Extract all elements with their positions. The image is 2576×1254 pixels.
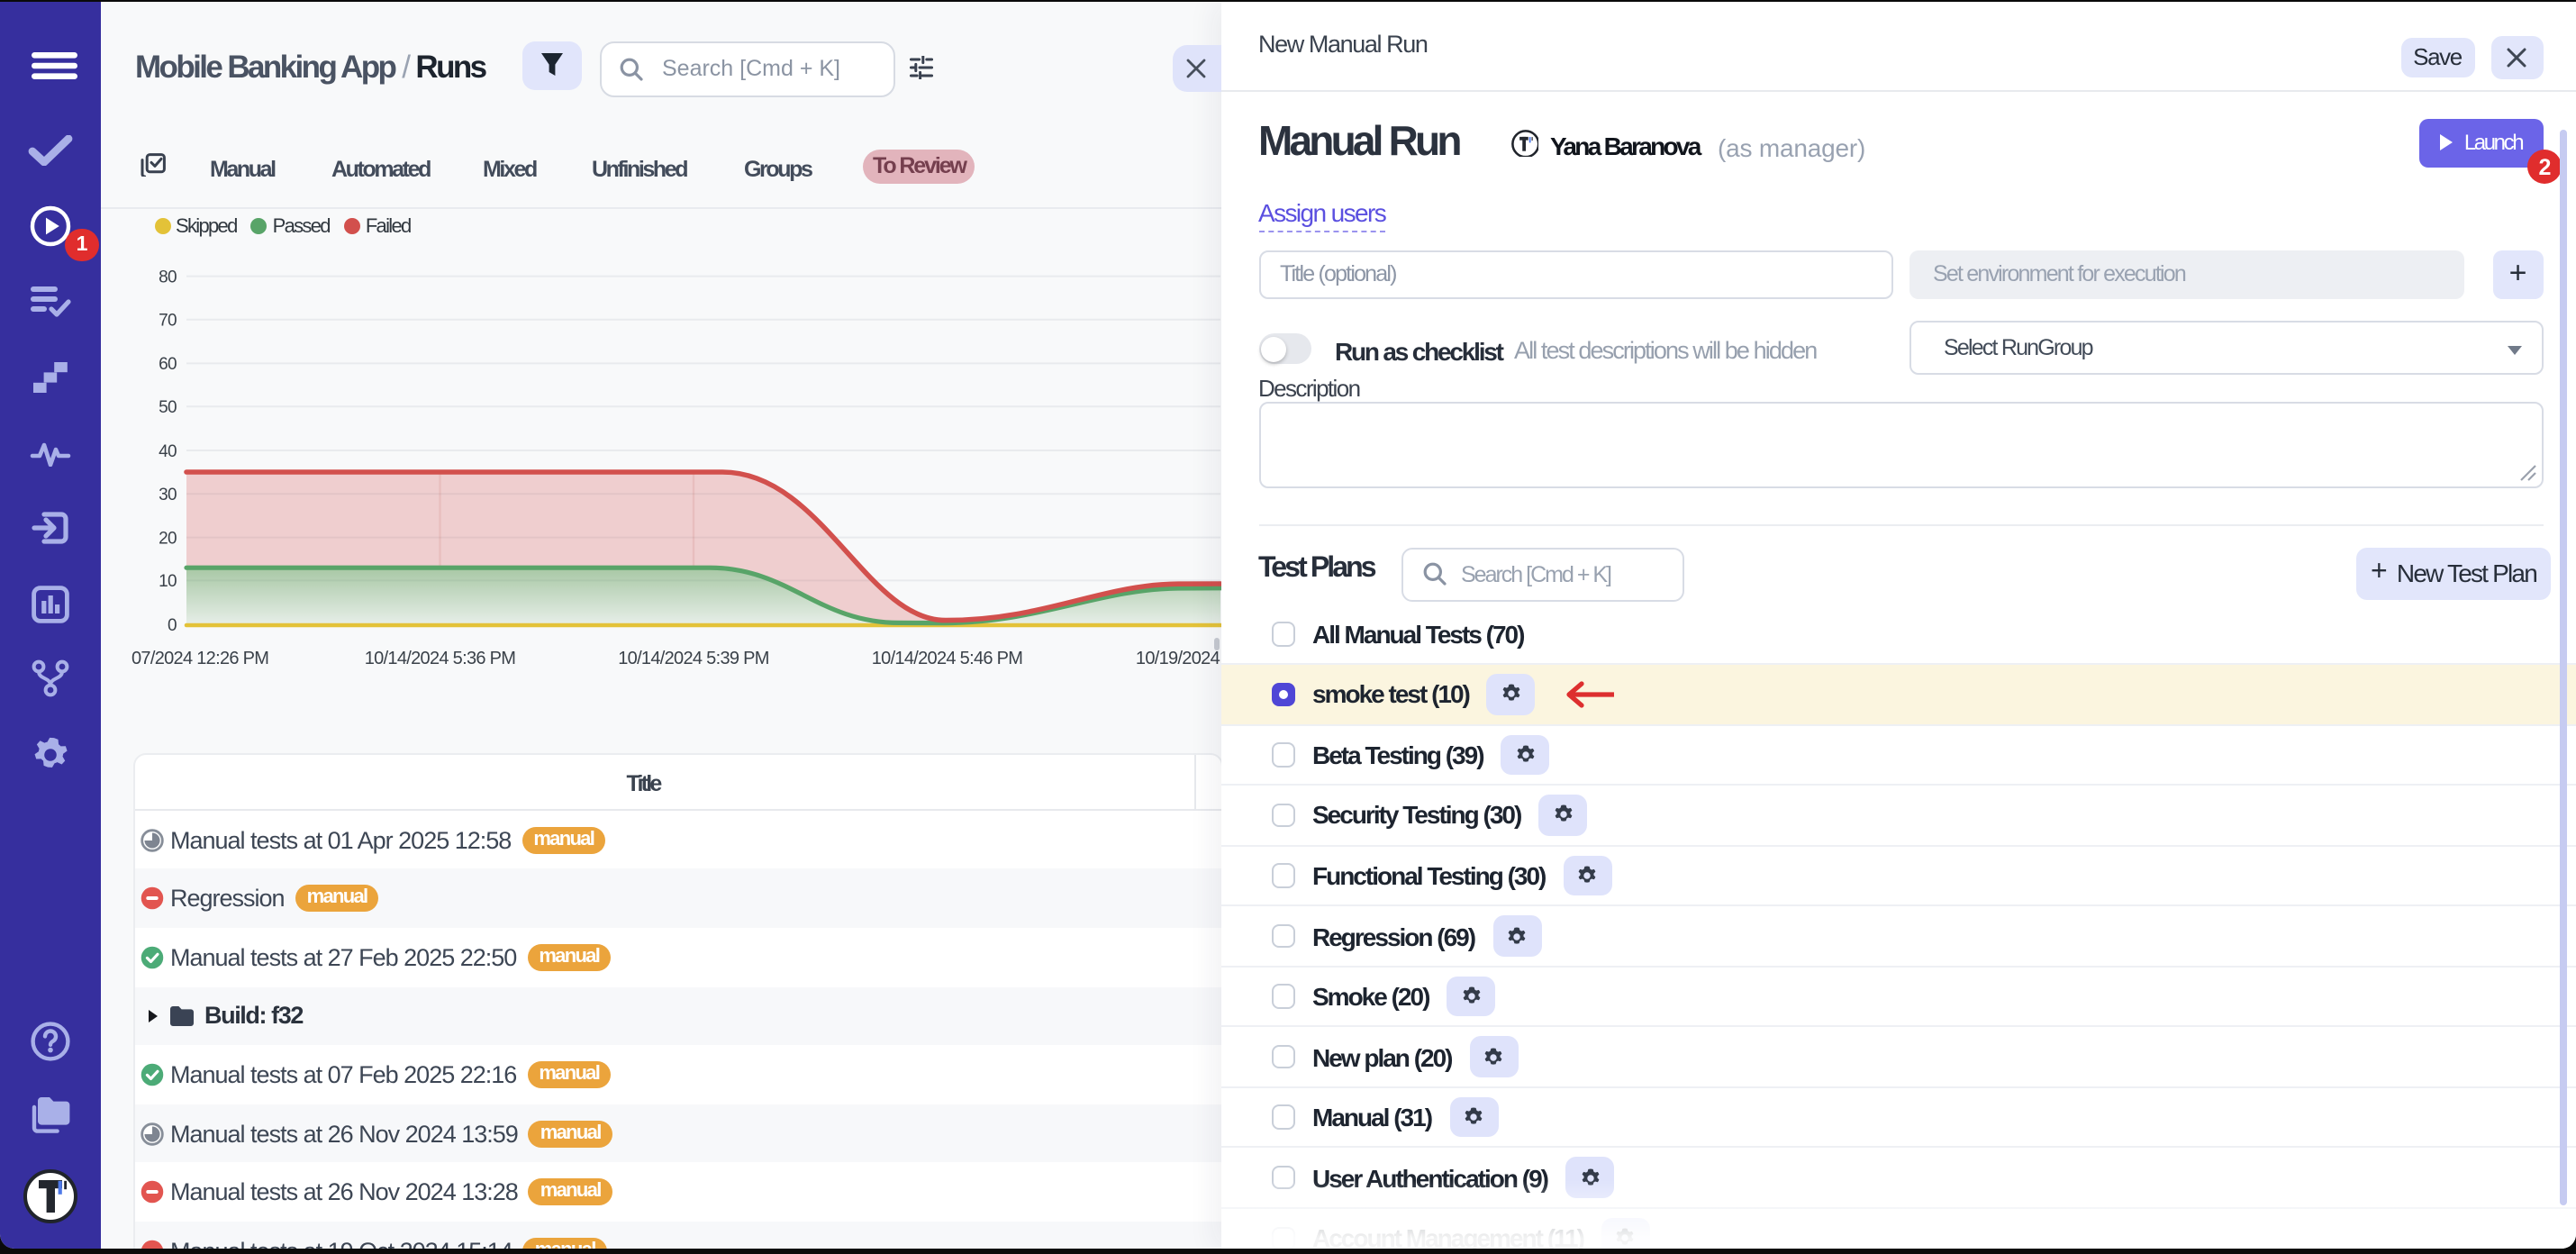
svg-text:0: 0 xyxy=(168,616,177,635)
svg-text:20: 20 xyxy=(159,529,177,548)
svg-text:40: 40 xyxy=(159,442,177,461)
svg-text:10/19/2024: 10/19/2024 xyxy=(1136,649,1220,668)
svg-text:07/2024 12:26 PM: 07/2024 12:26 PM xyxy=(132,649,268,668)
svg-text:10/14/2024 5:46 PM: 10/14/2024 5:46 PM xyxy=(872,649,1023,668)
svg-text:10: 10 xyxy=(159,572,177,591)
svg-text:10/14/2024 5:39 PM: 10/14/2024 5:39 PM xyxy=(618,649,769,668)
svg-text:30: 30 xyxy=(159,486,177,504)
svg-text:80: 80 xyxy=(159,268,177,286)
svg-text:70: 70 xyxy=(159,312,177,331)
svg-text:50: 50 xyxy=(159,398,177,417)
svg-text:10/14/2024 5:36 PM: 10/14/2024 5:36 PM xyxy=(365,649,516,668)
svg-text:60: 60 xyxy=(159,355,177,374)
